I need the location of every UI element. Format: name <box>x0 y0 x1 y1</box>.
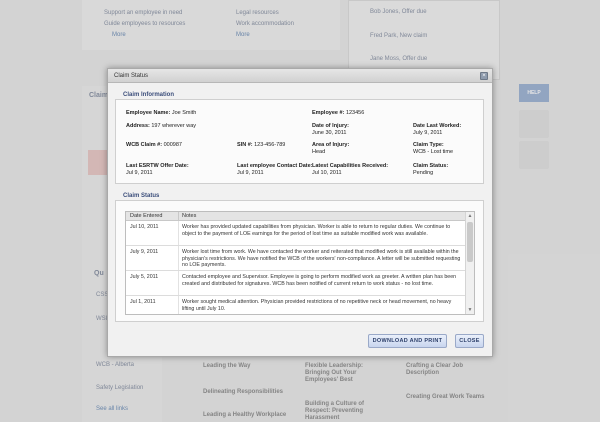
column-header-notes[interactable]: Notes <box>182 212 196 221</box>
notes-table: Date Entered Notes Jul 10, 2011 Worker h… <box>125 211 475 315</box>
claim-type-field: Claim Type: WCB - Lost time <box>413 142 454 155</box>
table-row[interactable]: Jul 10, 2011 Worker has provided updated… <box>126 221 466 246</box>
row-note: Contacted employee and Supervisor. Emplo… <box>182 274 457 287</box>
area-of-injury-field: Area of Injury: Head <box>312 142 350 155</box>
close-icon[interactable]: × <box>480 72 488 80</box>
row-note: Worker lost time from work. We have cont… <box>182 249 461 268</box>
column-header-date[interactable]: Date Entered <box>130 212 162 221</box>
close-button[interactable]: CLOSE <box>455 334 484 348</box>
latest-capabilities-field: Latest Capabilities Received: Jul 10, 201… <box>312 163 389 176</box>
scroll-thumb[interactable] <box>467 222 473 262</box>
date-last-worked-field: Date Last Worked: July 9, 2011 <box>413 123 462 136</box>
download-and-print-button[interactable]: DOWNLOAD AND PRINT <box>368 334 447 348</box>
row-date: July 9, 2011 <box>130 249 159 255</box>
notes-scrollbar[interactable]: ▲ ▼ <box>465 212 474 314</box>
row-date: July 5, 2011 <box>130 274 159 280</box>
row-date: Jul 10, 2011 <box>130 224 159 230</box>
employee-name-field: Employee Name: Joe Smith <box>126 110 197 116</box>
row-date: Jul 1, 2011 <box>130 299 156 305</box>
date-of-injury-field: Date of Injury: June 30, 2011 <box>312 123 349 136</box>
dialog-title: Claim Status <box>108 69 492 83</box>
scroll-up-icon[interactable]: ▲ <box>466 212 474 220</box>
row-note: Worker sought medical attention. Physici… <box>182 299 452 312</box>
table-row[interactable]: July 9, 2011 Worker lost time from work.… <box>126 246 466 271</box>
last-esrtw-field: Last ESRTW Offer Date: Jul 9, 2011 <box>126 163 189 176</box>
address-field: Address: 197 wherever way <box>126 123 197 129</box>
sin-field: SIN #: 123-456-789 <box>237 142 286 148</box>
table-row[interactable]: Jul 1, 2011 Worker sought medical attent… <box>126 296 466 314</box>
table-row[interactable]: July 5, 2011 Contacted employee and Supe… <box>126 271 466 296</box>
row-note: Worker has provided updated capabilities… <box>182 224 451 237</box>
scroll-down-icon[interactable]: ▼ <box>466 306 474 314</box>
claim-status-label: Claim Status <box>120 193 163 199</box>
last-contact-field: Last employee Contact Date: Jul 9, 2011 <box>237 163 313 176</box>
employee-number-field: Employee #: 123456 <box>312 110 365 116</box>
notes-table-header: Date Entered Notes <box>126 212 466 221</box>
claim-information-label: Claim Information <box>120 92 178 98</box>
claim-status-field: Claim Status: Pending <box>413 163 449 176</box>
wcb-claim-field: WCB Claim #: 000987 <box>126 142 182 148</box>
